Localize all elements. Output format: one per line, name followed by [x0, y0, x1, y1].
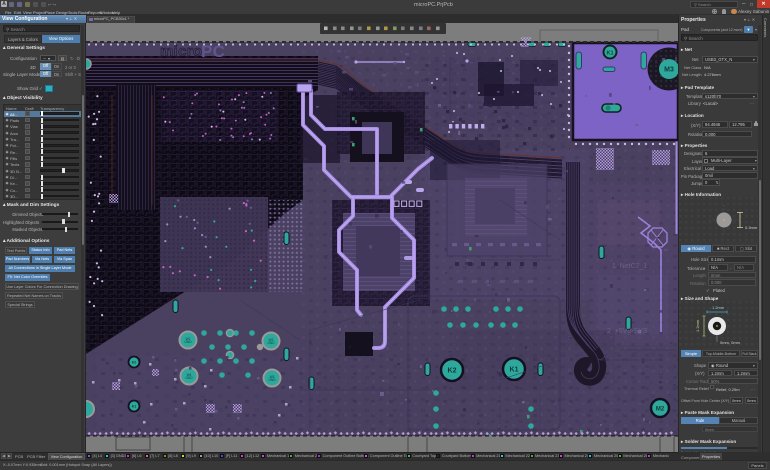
svg-text:1.2mm: 1.2mm	[695, 319, 700, 332]
svg-text:K1: K1	[510, 367, 519, 374]
svg-text:2 +5V0-SYS: 2 +5V0-SYS	[607, 328, 648, 335]
svg-text:1.2mm: 1.2mm	[712, 305, 725, 310]
svg-text:GND: GND	[185, 376, 193, 380]
svg-text:GND: GND	[268, 378, 276, 382]
svg-text:GND: GND	[267, 341, 275, 345]
svg-text:0.3mm: 0.3mm	[745, 225, 758, 230]
svg-text:K2: K2	[132, 360, 137, 364]
svg-text:K1: K1	[132, 404, 137, 408]
svg-text:PC: PC	[201, 42, 225, 61]
svg-text:K2: K2	[448, 368, 457, 375]
svg-text:K1: K1	[606, 51, 613, 57]
svg-text:1 NetC7_1: 1 NetC7_1	[612, 263, 648, 270]
svg-text:micro: micro	[160, 43, 202, 60]
svg-text:GND: GND	[184, 340, 192, 344]
svg-text:0mm, 0mm: 0mm, 0mm	[720, 340, 741, 345]
svg-text:M3: M3	[664, 67, 674, 74]
svg-text:M2: M2	[656, 406, 665, 412]
